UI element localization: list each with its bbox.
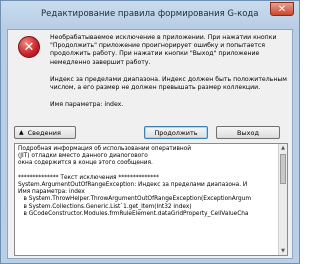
error-icon: ✕: [18, 36, 40, 58]
quit-button[interactable]: Выход: [216, 126, 280, 139]
scroll-down-arrow-icon[interactable]: ▼: [279, 247, 287, 255]
details-textbox[interactable]: Подробная информация об использовании оп…: [14, 143, 288, 256]
details-button[interactable]: ▲ Сведения: [14, 126, 76, 139]
vertical-scrollbar[interactable]: ▲ ▼: [278, 144, 287, 255]
close-icon: ✕: [277, 3, 287, 15]
error-param-name: Имя параметра: index.: [50, 101, 124, 108]
dialog-window: Редактирование правила формирования G-ко…: [0, 0, 300, 264]
details-button-label: Сведения: [27, 128, 61, 137]
error-icon-glyph: ✕: [23, 39, 35, 55]
window-title: Редактирование правила формирования G-ко…: [41, 9, 259, 19]
scroll-up-arrow-icon[interactable]: ▲: [279, 144, 287, 152]
collapse-arrow-icon: ▲: [19, 129, 24, 136]
close-button[interactable]: ✕: [270, 2, 294, 16]
scroll-thumb[interactable]: [280, 154, 286, 184]
error-message-detail: Индекс за пределами диапазона. Индекс до…: [50, 76, 287, 92]
exception-details-text: Подробная информация об использовании оп…: [18, 146, 252, 217]
title-bar[interactable]: Редактирование правила формирования G-ко…: [1, 1, 299, 29]
continue-button-label: Продолжить: [154, 128, 198, 137]
continue-button[interactable]: Продолжить: [144, 126, 208, 139]
dialog-body: ✕ Необрабатываемое исключение в приложен…: [7, 29, 293, 259]
quit-button-label: Выход: [237, 128, 259, 137]
error-message-main: Необрабатываемое исключение в приложении…: [50, 34, 277, 66]
